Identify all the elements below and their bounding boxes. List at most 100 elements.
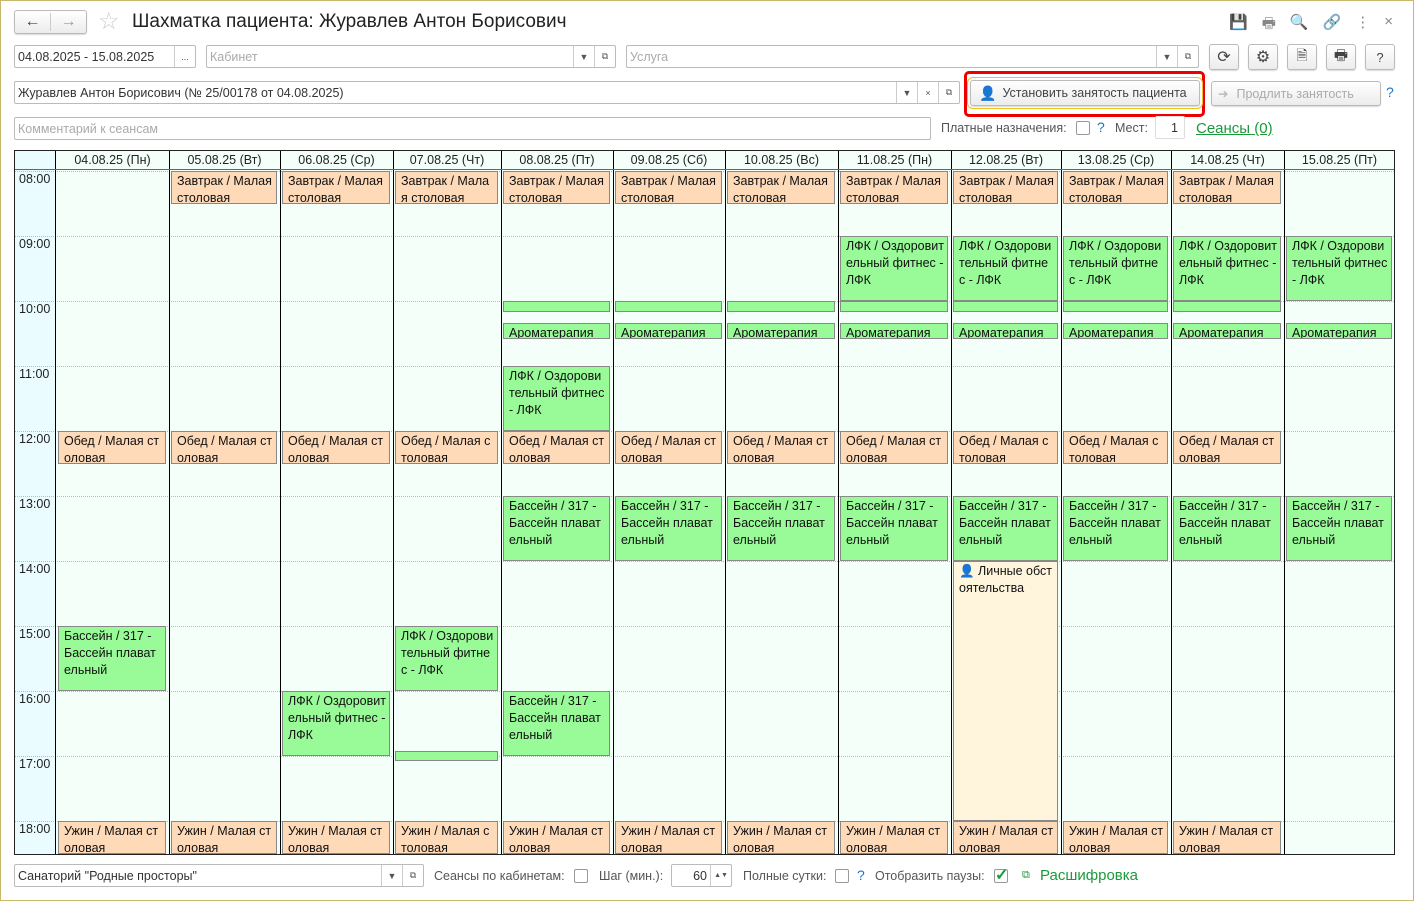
event-supper[interactable]: Ужин / Малая столовая (395, 821, 498, 854)
event-aroma[interactable]: Ароматерапия (1173, 322, 1281, 339)
show-pauses-checkbox[interactable]: ✓ (994, 868, 1008, 884)
open-icon[interactable]: ⧉ (1177, 46, 1198, 67)
help-button[interactable]: ? (1365, 44, 1395, 70)
event-aroma[interactable]: Ароматерапия (615, 322, 722, 339)
forward-arrow-icon[interactable]: → (51, 13, 86, 31)
service-field[interactable]: Услуга ▼ ⧉ (626, 45, 1199, 68)
event-lunch[interactable]: Обед / Малая столовая (1173, 431, 1281, 464)
event-lunch[interactable]: Обед / Малая столовая (58, 431, 166, 464)
event-lunch[interactable]: Обед / Малая столовая (395, 431, 498, 464)
period-field[interactable]: 04.08.2025 - 15.08.2025 ... (14, 45, 196, 68)
event-supper[interactable]: Ужин / Малая столовая (727, 821, 835, 854)
event-pool[interactable]: Бассейн / 317 - Бассейн плавательный (615, 496, 722, 561)
event-short[interactable] (727, 301, 835, 312)
event-supper[interactable]: Ужин / Малая столовая (840, 821, 948, 854)
event-lfk[interactable]: ЛФК / Оздоровительный фитнес - ЛФК (395, 626, 498, 691)
event-lunch[interactable]: Обед / Малая столовая (171, 431, 277, 464)
event-short[interactable] (615, 301, 722, 312)
event-lfk[interactable]: ЛФК / Оздоровительный фитнес - ЛФК (1286, 236, 1392, 301)
preview-button[interactable]: 🗎 (1287, 44, 1317, 70)
event-aroma[interactable]: Ароматерапия (840, 322, 948, 339)
event-lfk[interactable]: ЛФК / Оздоровительный фитнес - ЛФК (1063, 236, 1168, 301)
event-breakfast[interactable]: Завтрак / Малая столовая (1173, 171, 1281, 204)
event-short[interactable] (395, 750, 498, 762)
organization-field[interactable]: Санаторий "Родные просторы" ▼ ⧉ (14, 864, 424, 887)
event-breakfast[interactable]: Завтрак / Малая столовая (395, 171, 498, 204)
open-icon[interactable]: ⧉ (402, 865, 423, 886)
places-field[interactable]: 1 (1155, 116, 1185, 139)
event-short[interactable] (840, 301, 948, 312)
event-breakfast[interactable]: Завтрак / Малая столовая (615, 171, 722, 204)
full-day-checkbox[interactable] (835, 869, 849, 883)
event-supper[interactable]: Ужин / Малая столовая (1173, 821, 1281, 854)
event-breakfast[interactable]: Завтрак / Малая столовая (282, 171, 390, 204)
event-aroma[interactable]: Ароматерапия (1063, 322, 1168, 339)
extend-busy-button[interactable]: ➜ Продлить занятость (1211, 81, 1381, 106)
event-personal[interactable]: 👤 Личные обстоятельства (953, 561, 1058, 821)
event-short[interactable] (953, 301, 1058, 312)
event-breakfast[interactable]: Завтрак / Малая столовая (840, 171, 948, 204)
event-lfk[interactable]: ЛФК / Оздоровительный фитнес - ЛФК (953, 236, 1058, 301)
event-aroma[interactable]: Ароматерапия (727, 322, 835, 339)
event-breakfast[interactable]: Завтрак / Малая столовая (503, 171, 610, 204)
event-pool[interactable]: Бассейн / 317 - Бассейн плавательный (1286, 496, 1392, 561)
event-aroma[interactable]: Ароматерапия (1286, 322, 1392, 339)
event-pool[interactable]: Бассейн / 317 - Бассейн плавательный (840, 496, 948, 561)
period-select-button[interactable]: ... (174, 46, 195, 67)
event-pool[interactable]: Бассейн / 317 - Бассейн плавательный (503, 691, 610, 756)
event-supper[interactable]: Ужин / Малая столовая (953, 821, 1058, 854)
event-short[interactable] (1173, 301, 1281, 312)
comment-field[interactable]: Комментарий к сеансам (14, 117, 931, 140)
event-supper[interactable]: Ужин / Малая столовая (1063, 821, 1168, 854)
dropdown-icon[interactable]: ▼ (381, 865, 402, 886)
save-icon[interactable]: 💾 (1229, 13, 1248, 38)
print-button[interactable]: 🖶 (1326, 44, 1356, 70)
more-icon[interactable]: ⋮ (1355, 13, 1370, 38)
dropdown-icon[interactable]: ▼ (573, 46, 594, 67)
event-lunch[interactable]: Обед / Малая столовая (727, 431, 835, 464)
patient-field[interactable]: Журавлев Антон Борисович (№ 25/00178 от … (14, 81, 960, 104)
dropdown-icon[interactable]: ▼ (896, 82, 917, 103)
event-short[interactable] (503, 301, 610, 312)
event-breakfast[interactable]: Завтрак / Малая столовая (953, 171, 1058, 204)
event-supper[interactable]: Ужин / Малая столовая (282, 821, 390, 854)
event-pool[interactable]: Бассейн / 317 - Бассейн плавательный (503, 496, 610, 561)
event-supper[interactable]: Ужин / Малая столовая (615, 821, 722, 854)
close-icon[interactable]: × (1384, 13, 1393, 38)
event-lunch[interactable]: Обед / Малая столовая (282, 431, 390, 464)
open-icon[interactable]: ⧉ (938, 82, 959, 103)
event-lunch[interactable]: Обед / Малая столовая (840, 431, 948, 464)
event-short[interactable] (1063, 301, 1168, 312)
event-breakfast[interactable]: Завтрак / Малая столовая (1063, 171, 1168, 204)
event-breakfast[interactable]: Завтрак / Малая столовая (727, 171, 835, 204)
event-supper[interactable]: Ужин / Малая столовая (171, 821, 277, 854)
preview-icon[interactable]: 🔍 (1290, 13, 1309, 38)
clear-icon[interactable]: × (917, 82, 938, 103)
help-icon[interactable]: ? (1386, 84, 1394, 100)
paid-checkbox[interactable] (1076, 121, 1090, 135)
event-lunch[interactable]: Обед / Малая столовая (615, 431, 722, 464)
cabinet-field[interactable]: Кабинет ▼ ⧉ (206, 45, 616, 68)
by-cabinet-checkbox[interactable] (574, 869, 588, 883)
event-lunch[interactable]: Обед / Малая столовая (503, 431, 610, 464)
event-breakfast[interactable]: Завтрак / Малая столовая (171, 171, 277, 204)
print-icon[interactable]: 🖶 (1262, 13, 1276, 38)
legend-link[interactable]: Расшифровка (1040, 867, 1138, 884)
help-icon[interactable]: ? (1097, 119, 1105, 135)
event-aroma[interactable]: Ароматерапия (503, 322, 610, 339)
help-icon[interactable]: ? (857, 867, 865, 883)
event-pool[interactable]: Бассейн / 317 - Бассейн плавательный (727, 496, 835, 561)
link-icon[interactable]: 🔗 (1323, 13, 1342, 38)
open-icon[interactable]: ⧉ (594, 46, 615, 67)
event-pool[interactable]: Бассейн / 317 - Бассейн плавательный (1063, 496, 1168, 561)
favorite-star-icon[interactable]: ☆ (98, 7, 120, 36)
step-field[interactable]: 60 ▲▼ (671, 864, 732, 887)
event-lfk[interactable]: ЛФК / Оздоровительный фитнес - ЛФК (503, 366, 610, 431)
refresh-button[interactable]: ⟳ (1209, 44, 1239, 70)
event-pool[interactable]: Бассейн / 317 - Бассейн плавательный (953, 496, 1058, 561)
event-lunch[interactable]: Обед / Малая столовая (1063, 431, 1168, 464)
back-arrow-icon[interactable]: ← (15, 13, 51, 31)
settings-button[interactable]: ⚙ (1248, 44, 1278, 70)
dropdown-icon[interactable]: ▼ (1156, 46, 1177, 67)
stepper-icon[interactable]: ▲▼ (710, 865, 731, 886)
